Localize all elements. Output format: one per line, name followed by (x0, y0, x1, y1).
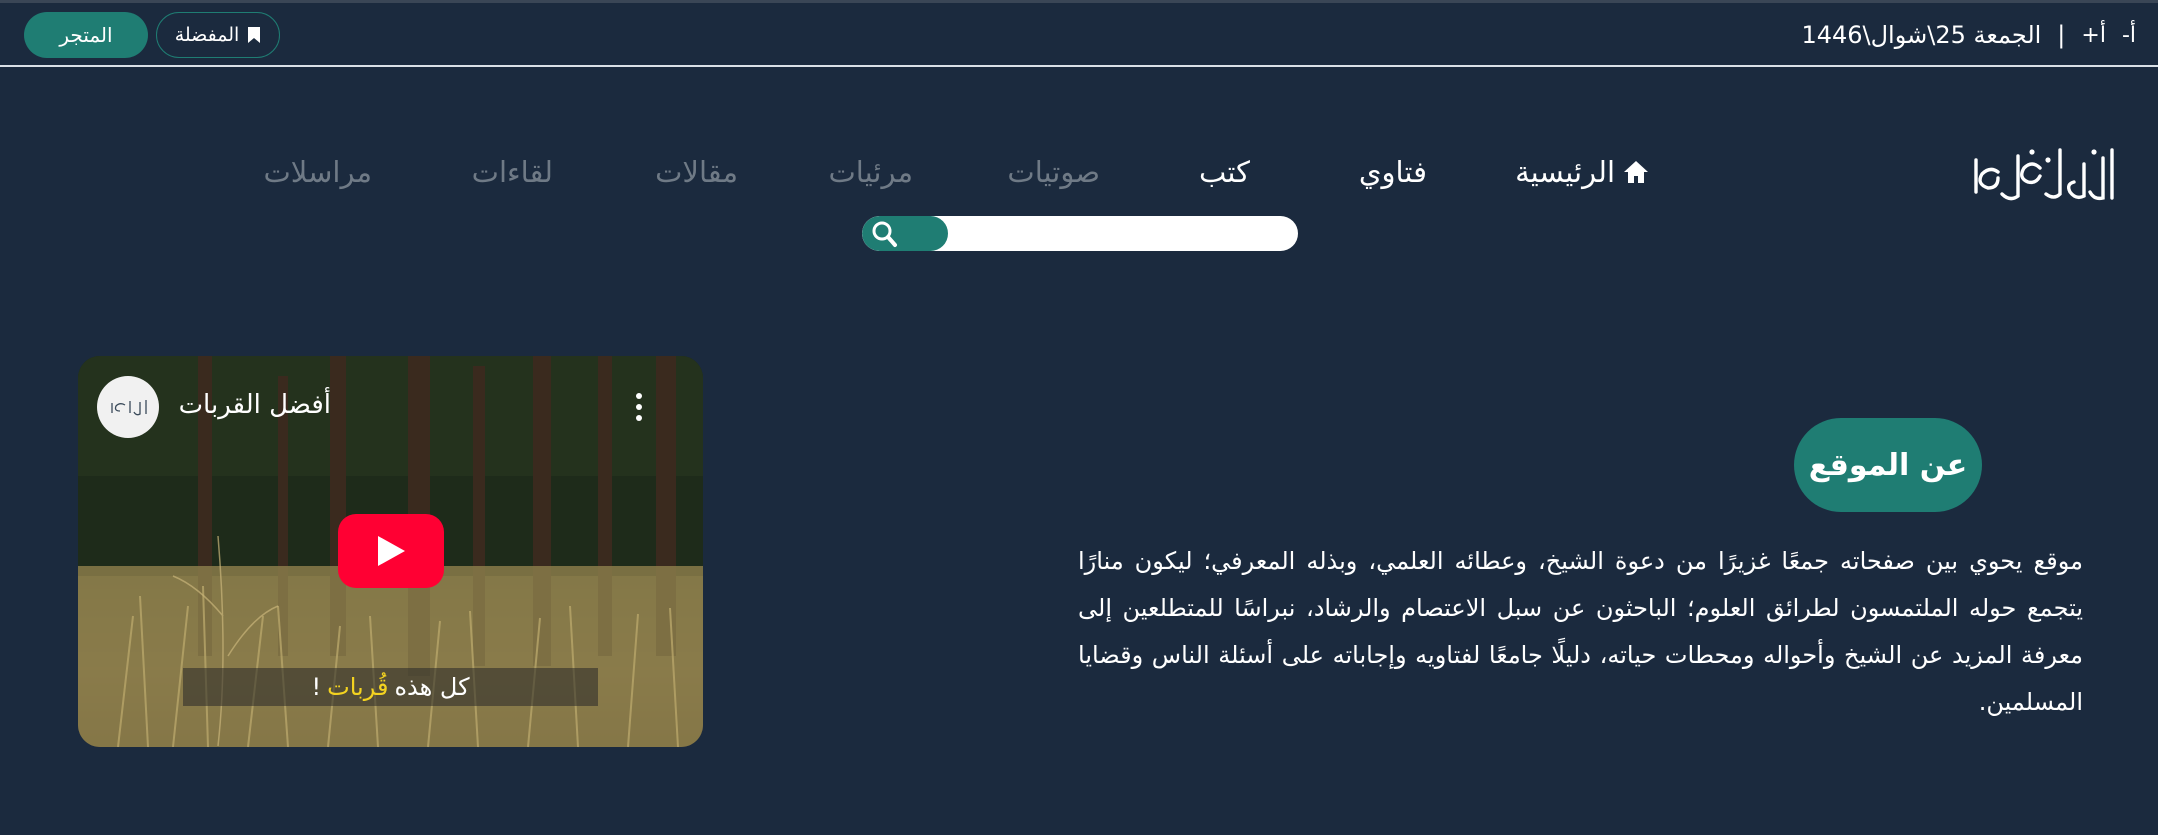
separator: | (2057, 21, 2066, 49)
about-description: موقع يحوي بين صفحاته جمعًا غزيرًا من دعو… (1078, 547, 2083, 716)
caption-highlight: قُربات (327, 673, 389, 701)
nav-item-home[interactable]: الرئيسية (1515, 155, 1649, 189)
video-caption: كل هذه قُربات ! (183, 668, 598, 706)
about-title: عن الموقع (1808, 447, 1968, 483)
store-label: المتجر (59, 23, 113, 47)
nav-item-correspondence[interactable]: مراسلات (264, 155, 373, 189)
font-decrease-button[interactable]: أ- (2122, 23, 2136, 48)
caption-suffix: ! (311, 673, 322, 701)
nav-item-videos[interactable]: مرئيات (829, 155, 914, 189)
search-input[interactable] (952, 216, 1286, 251)
play-icon (378, 536, 405, 566)
play-button[interactable] (338, 514, 444, 588)
nav-item-fatwas[interactable]: فتاوي (1359, 155, 1427, 189)
channel-avatar[interactable] (97, 376, 159, 438)
video-title[interactable]: أفضل القربات (179, 390, 331, 420)
video-player[interactable]: أفضل القربات كل هذه قُربات ! (78, 356, 703, 747)
top-bar: الجمعة 25\شوال\1446 | أ+ أ- المفضلة المت… (0, 3, 2158, 67)
nav-item-articles[interactable]: مقالات (655, 155, 738, 189)
bookmark-icon (248, 27, 261, 43)
more-options-icon[interactable] (634, 392, 644, 422)
caption-prefix: كل هذه (394, 673, 470, 701)
nav-item-books[interactable]: كتب (1199, 155, 1250, 189)
store-button[interactable]: المتجر (24, 12, 148, 58)
main-navigation: الرئيسية فتاوي كتب صوتيات مرئيات مقالات … (0, 155, 2158, 195)
search-button[interactable] (862, 216, 948, 251)
search-bar (862, 216, 1298, 251)
nav-item-home-label: الرئيسية (1515, 155, 1615, 189)
hijri-date: الجمعة 25\شوال\1446 (1801, 21, 2042, 49)
nav-item-audios[interactable]: صوتيات (1007, 155, 1100, 189)
search-icon (872, 221, 897, 247)
favorites-button[interactable]: المفضلة (156, 12, 280, 58)
date-and-font-controls: الجمعة 25\شوال\1446 | أ+ أ- (1801, 21, 2136, 49)
about-site-badge: عن الموقع (1794, 418, 1982, 512)
channel-logo-icon (111, 400, 147, 416)
nav-item-meetings[interactable]: لقاءات (472, 155, 553, 189)
favorites-label: المفضلة (174, 24, 240, 46)
font-increase-button[interactable]: أ+ (2081, 23, 2106, 48)
home-icon (1624, 161, 1648, 183)
